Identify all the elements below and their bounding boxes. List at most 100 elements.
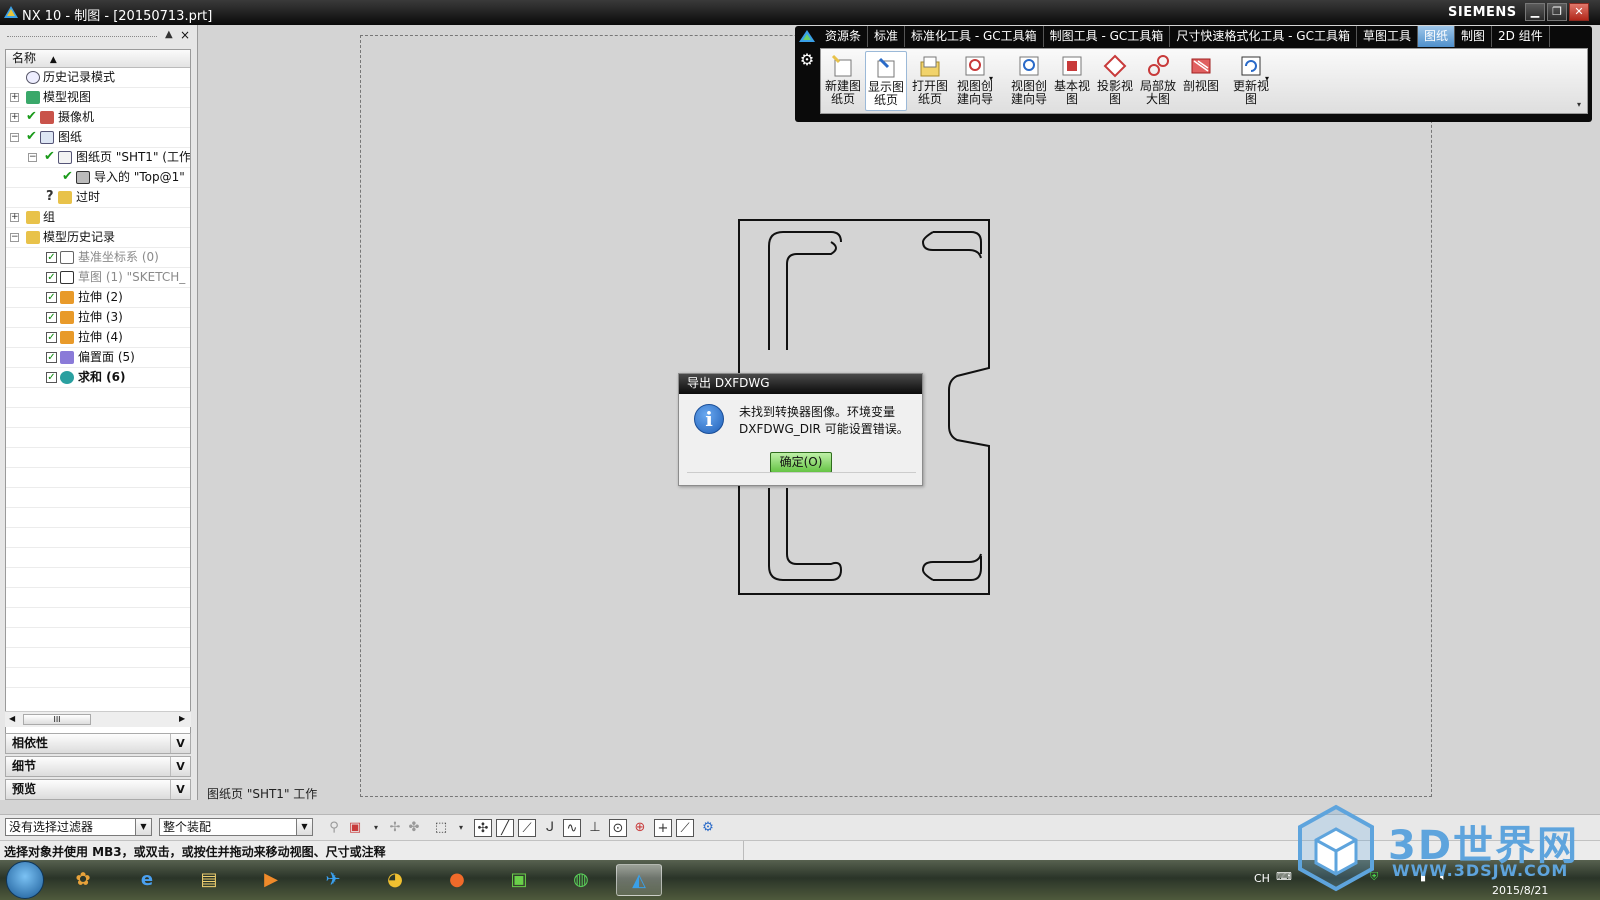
- horizontal-scrollbar[interactable]: ◀ III ▶: [5, 711, 191, 727]
- scroll-thumb[interactable]: III: [23, 714, 91, 725]
- tree-node-extrude-2[interactable]: ✓ 拉伸 (2): [6, 288, 190, 308]
- tab-sketch-tools[interactable]: 草图工具: [1357, 26, 1418, 47]
- input-language[interactable]: CH: [1254, 872, 1270, 885]
- expand-toggle[interactable]: −: [10, 233, 19, 242]
- tree-node-extrude-3[interactable]: ✓ 拉伸 (3): [6, 308, 190, 328]
- scroll-left-icon[interactable]: ◀: [9, 714, 15, 723]
- dropdown-arrow-icon[interactable]: ▾: [367, 819, 385, 837]
- close-button[interactable]: ✕: [1569, 3, 1589, 21]
- tree-node-sketch[interactable]: ✓ 草图 (1) "SKETCH_: [6, 268, 190, 288]
- select-body-icon[interactable]: ✤: [405, 819, 423, 837]
- visibility-checkbox[interactable]: ✓: [46, 272, 57, 283]
- update-views-button[interactable]: ▾ 更新视 图: [1228, 51, 1274, 111]
- view-creation-wizard-2-button[interactable]: 视图创 建向导: [1008, 51, 1050, 111]
- snap-curve-icon[interactable]: ᒍ: [541, 819, 559, 837]
- projected-view-button[interactable]: 投影视 图: [1094, 51, 1136, 111]
- select-all-icon[interactable]: ▣: [346, 819, 364, 837]
- tab-standard[interactable]: 标准: [868, 26, 906, 47]
- nx-logo-icon[interactable]: [798, 28, 816, 44]
- dropdown-arrow-icon[interactable]: ▾: [452, 819, 470, 837]
- snap-point-icon[interactable]: +: [654, 819, 672, 837]
- chevron-down-icon[interactable]: V: [170, 780, 190, 799]
- selection-scope-select[interactable]: 整个装配 ▼: [159, 818, 313, 836]
- rectangle-select-icon[interactable]: ⬚: [432, 819, 450, 837]
- restore-button[interactable]: ❐: [1547, 3, 1567, 21]
- visibility-checkbox[interactable]: ✓: [46, 332, 57, 343]
- tree-node-groups[interactable]: + 组: [6, 208, 190, 228]
- tab-2d-components[interactable]: 2D 组件: [1492, 26, 1550, 47]
- keyboard-icon[interactable]: ⌨: [1276, 870, 1292, 883]
- snap-endpoint-icon[interactable]: ✣: [474, 819, 492, 837]
- snap-center-icon[interactable]: ⊙: [609, 819, 627, 837]
- snap-quadrant-icon[interactable]: ⊕: [631, 819, 649, 837]
- taskbar-nx-icon[interactable]: ◭: [616, 864, 662, 896]
- security-shield-icon[interactable]: ⛨: [1370, 870, 1378, 884]
- visibility-checkbox[interactable]: ✓: [46, 352, 57, 363]
- chevron-down-icon[interactable]: V: [170, 757, 190, 776]
- visibility-checkbox[interactable]: ✓: [46, 372, 57, 383]
- dependencies-panel[interactable]: 相依性 V: [5, 733, 191, 754]
- minimize-button[interactable]: ▁: [1525, 3, 1545, 21]
- tree-node-extrude-4[interactable]: ✓ 拉伸 (4): [6, 328, 190, 348]
- tree-node-drawing[interactable]: − ✔ 图纸: [6, 128, 190, 148]
- tab-drafting[interactable]: 制图: [1455, 26, 1492, 47]
- taskbar-media-player-icon[interactable]: ▶: [248, 864, 294, 896]
- tree-node-sheet-sht1[interactable]: − ✔ 图纸页 "SHT1" (工作: [6, 148, 190, 168]
- tree-node-out-of-date[interactable]: ? 过时: [6, 188, 190, 208]
- snap-options-icon[interactable]: ⚙: [699, 819, 717, 837]
- expand-toggle[interactable]: −: [10, 133, 19, 142]
- network-icon[interactable]: ▮: [1420, 870, 1426, 883]
- filter-tool-icon[interactable]: ⚲: [325, 819, 343, 837]
- view-creation-wizard-button[interactable]: ▾ 视图创 建向导: [954, 51, 996, 111]
- details-panel[interactable]: 细节 V: [5, 756, 191, 777]
- tree-node-imported-view[interactable]: ✔ 导入的 "Top@1": [6, 168, 190, 188]
- tab-resource-bar[interactable]: 资源条: [819, 26, 869, 47]
- start-button[interactable]: [6, 861, 44, 899]
- display-sheet-button[interactable]: 显示图 纸页: [865, 51, 907, 111]
- visibility-checkbox[interactable]: ✓: [46, 252, 57, 263]
- expand-toggle[interactable]: +: [10, 213, 19, 222]
- expand-toggle[interactable]: −: [28, 153, 37, 162]
- visibility-checkbox[interactable]: ✓: [46, 312, 57, 323]
- tree-node-offset-face[interactable]: ✓ 偏置面 (5): [6, 348, 190, 368]
- type-filter-select[interactable]: 没有选择过滤器 ▼: [5, 818, 152, 836]
- snap-line-icon[interactable]: ╱: [496, 819, 514, 837]
- new-sheet-button[interactable]: 新建图 纸页: [822, 51, 864, 111]
- taskbar-file-explorer-icon[interactable]: ▤: [186, 864, 232, 896]
- taskbar-qq-icon[interactable]: ✈: [310, 864, 356, 896]
- dropdown-arrow-icon[interactable]: ▼: [135, 819, 151, 835]
- expand-toggle[interactable]: +: [10, 93, 19, 102]
- snap-midpoint-icon[interactable]: ⟋: [518, 819, 536, 837]
- tab-gc-dimension-format[interactable]: 尺寸快速格式化工具 - GC工具箱: [1170, 26, 1357, 47]
- expand-toggle[interactable]: +: [10, 113, 19, 122]
- tab-gc-standardize[interactable]: 标准化工具 - GC工具箱: [905, 26, 1044, 47]
- ribbon-overflow-icon[interactable]: ▾: [1577, 100, 1581, 109]
- volume-icon[interactable]: 🔈︎: [1440, 870, 1447, 884]
- chevron-down-icon[interactable]: V: [170, 734, 190, 753]
- tab-drawing[interactable]: 图纸: [1417, 26, 1455, 47]
- system-date[interactable]: 2015/8/21: [1492, 884, 1548, 897]
- open-sheet-button[interactable]: 打开图 纸页: [909, 51, 951, 111]
- base-view-button[interactable]: 基本视 图: [1051, 51, 1093, 111]
- snap-tangent-icon[interactable]: ⟋: [676, 819, 694, 837]
- tree-node-model-history[interactable]: − 模型历史记录: [6, 228, 190, 248]
- taskbar-firefox-icon[interactable]: ●: [434, 864, 480, 896]
- close-icon[interactable]: ×: [180, 28, 190, 42]
- tab-gc-drafting-tools[interactable]: 制图工具 - GC工具箱: [1044, 26, 1171, 47]
- visibility-checkbox[interactable]: ✓: [46, 292, 57, 303]
- taskbar-browser-icon[interactable]: ◍: [558, 864, 604, 896]
- taskbar-app-360-icon[interactable]: ✿: [60, 864, 106, 896]
- ok-button[interactable]: 确定(O): [770, 452, 832, 473]
- taskbar-iqiyi-icon[interactable]: ▣: [496, 864, 542, 896]
- tree-node-cameras[interactable]: + ✔ 摄像机: [6, 108, 190, 128]
- select-feature-icon[interactable]: ✢: [386, 819, 404, 837]
- tree-node-history-mode[interactable]: 历史记录模式: [6, 68, 190, 88]
- tree-node-model-views[interactable]: + 模型视图: [6, 88, 190, 108]
- section-view-button[interactable]: 剖视图: [1180, 51, 1222, 111]
- detail-view-button[interactable]: 局部放 大图: [1137, 51, 1179, 111]
- taskbar-internet-explorer-icon[interactable]: e: [124, 864, 170, 896]
- pin-icon[interactable]: ▲: [165, 29, 173, 40]
- scroll-right-icon[interactable]: ▶: [179, 714, 185, 723]
- gear-icon[interactable]: ⚙: [798, 51, 816, 69]
- preview-panel[interactable]: 预览 V: [5, 779, 191, 800]
